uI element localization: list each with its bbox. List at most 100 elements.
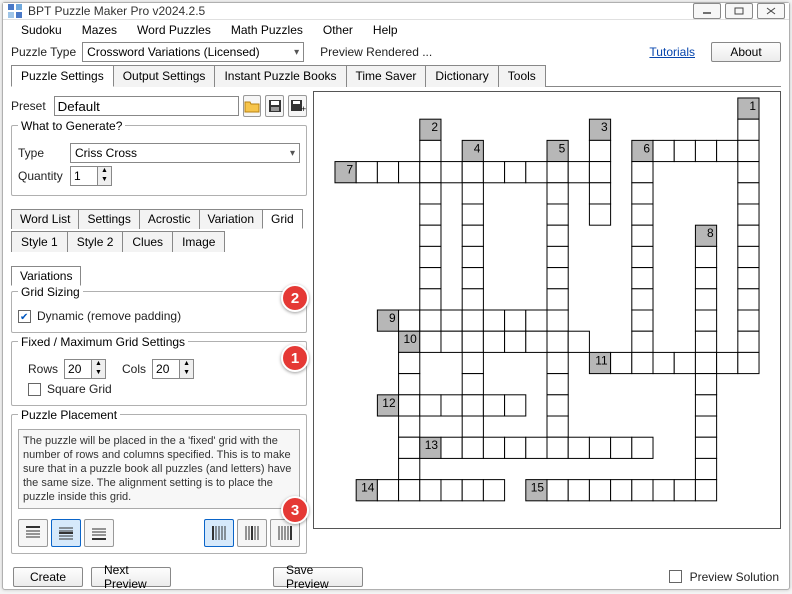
square-grid-checkbox[interactable] xyxy=(28,383,41,396)
menubar: Sudoku Mazes Word Puzzles Math Puzzles O… xyxy=(3,20,789,40)
tutorials-link[interactable]: Tutorials xyxy=(649,45,695,59)
bottom-bar: Create Next Preview Save Preview Preview… xyxy=(3,564,789,589)
spin-down-icon[interactable]: ▼ xyxy=(92,369,105,378)
tab-word-list[interactable]: Word List xyxy=(11,209,79,229)
menu-help[interactable]: Help xyxy=(363,20,408,40)
tab-tools[interactable]: Tools xyxy=(498,65,546,87)
app-window: BPT Puzzle Maker Pro v2024.2.5 Sudoku Ma… xyxy=(2,2,790,590)
tab-instant-puzzle-books[interactable]: Instant Puzzle Books xyxy=(214,65,346,87)
maximize-button[interactable] xyxy=(725,3,753,19)
svg-text:6: 6 xyxy=(643,141,650,155)
rows-spinner[interactable]: ▲▼ xyxy=(64,359,106,379)
gen-qty-input[interactable] xyxy=(71,167,97,185)
svg-text:7: 7 xyxy=(347,163,354,177)
window-title: BPT Puzzle Maker Pro v2024.2.5 xyxy=(28,4,693,18)
svg-text:4: 4 xyxy=(474,141,481,155)
tab-style2[interactable]: Style 2 xyxy=(67,231,124,252)
spin-up-icon[interactable]: ▲ xyxy=(92,360,105,369)
align-left-button[interactable] xyxy=(204,519,234,547)
cols-label: Cols xyxy=(122,362,146,376)
svg-text:13: 13 xyxy=(425,438,439,452)
tab-style1[interactable]: Style 1 xyxy=(11,231,68,252)
puzzle-type-select[interactable]: Crossword Variations (Licensed) ▾ xyxy=(82,42,304,62)
tab-time-saver[interactable]: Time Saver xyxy=(346,65,427,87)
svg-text:5: 5 xyxy=(559,141,566,155)
preset-open-button[interactable] xyxy=(243,95,262,117)
menu-word-puzzles[interactable]: Word Puzzles xyxy=(127,20,221,40)
status-text: Preview Rendered ... xyxy=(320,45,432,59)
preview-solution-checkbox[interactable] xyxy=(669,570,682,583)
rows-input[interactable] xyxy=(65,360,91,378)
svg-text:9: 9 xyxy=(389,311,396,325)
svg-text:12: 12 xyxy=(382,396,396,410)
preset-row: Preset + xyxy=(11,95,307,117)
spin-up-icon[interactable]: ▲ xyxy=(98,167,111,176)
tab-grid[interactable]: Grid xyxy=(262,209,303,229)
menu-math-puzzles[interactable]: Math Puzzles xyxy=(221,20,313,40)
placement-legend: Puzzle Placement xyxy=(18,408,120,422)
chevron-down-icon: ▾ xyxy=(294,47,299,58)
crossword-grid: 123456789101112131415 xyxy=(314,92,780,528)
svg-text:+: + xyxy=(301,104,306,113)
svg-text:14: 14 xyxy=(361,481,375,495)
content-area: Preset + What to Generate? Type Criss Cr… xyxy=(3,87,789,564)
spin-down-icon[interactable]: ▼ xyxy=(98,176,111,185)
align-hcenter-button[interactable] xyxy=(237,519,267,547)
save-preview-button[interactable]: Save Preview xyxy=(273,567,363,587)
svg-text:2: 2 xyxy=(431,120,438,134)
gen-type-label: Type xyxy=(18,146,64,160)
minimize-button[interactable] xyxy=(693,3,721,19)
tab-acrostic[interactable]: Acrostic xyxy=(139,209,200,229)
next-preview-button[interactable]: Next Preview xyxy=(91,567,171,587)
puzzle-type-row: Puzzle Type Crossword Variations (Licens… xyxy=(3,40,789,64)
dynamic-checkbox[interactable] xyxy=(18,310,31,323)
square-grid-label: Square Grid xyxy=(47,382,112,396)
puzzle-type-value: Crossword Variations (Licensed) xyxy=(87,45,260,59)
spin-down-icon[interactable]: ▼ xyxy=(180,369,193,378)
svg-text:10: 10 xyxy=(404,332,418,346)
svg-text:3: 3 xyxy=(601,120,608,134)
left-panel: Preset + What to Generate? Type Criss Cr… xyxy=(11,91,307,560)
fixed-grid-group: Fixed / Maximum Grid Settings Rows ▲▼ Co… xyxy=(11,341,307,406)
app-icon xyxy=(7,3,23,19)
placement-info: The puzzle will be placed in the a 'fixe… xyxy=(18,429,300,509)
gen-type-select[interactable]: Criss Cross ▾ xyxy=(70,143,300,163)
close-button[interactable] xyxy=(757,3,785,19)
align-top-button[interactable] xyxy=(18,519,48,547)
fixed-legend: Fixed / Maximum Grid Settings xyxy=(18,335,188,349)
create-button[interactable]: Create xyxy=(13,567,83,587)
preset-input[interactable] xyxy=(54,96,239,116)
menu-mazes[interactable]: Mazes xyxy=(72,20,127,40)
menu-sudoku[interactable]: Sudoku xyxy=(11,20,72,40)
tab-dictionary[interactable]: Dictionary xyxy=(425,65,498,87)
cols-input[interactable] xyxy=(153,360,179,378)
svg-text:8: 8 xyxy=(707,226,714,240)
align-bottom-button[interactable] xyxy=(84,519,114,547)
about-button[interactable]: About xyxy=(711,42,781,62)
cols-spinner[interactable]: ▲▼ xyxy=(152,359,194,379)
tab-image[interactable]: Image xyxy=(172,231,225,252)
callout-badge-3: 3 xyxy=(281,496,309,524)
chevron-down-icon: ▾ xyxy=(290,148,295,159)
callout-badge-1: 1 xyxy=(281,344,309,372)
preview-solution-label: Preview Solution xyxy=(690,570,779,584)
tab-puzzle-settings[interactable]: Puzzle Settings xyxy=(11,65,114,87)
tab-clues[interactable]: Clues xyxy=(122,231,173,252)
tab-variation[interactable]: Variation xyxy=(199,209,263,229)
align-vcenter-button[interactable] xyxy=(51,519,81,547)
preset-save-as-button[interactable]: + xyxy=(288,95,307,117)
tab-output-settings[interactable]: Output Settings xyxy=(113,65,216,87)
svg-text:11: 11 xyxy=(595,353,608,367)
gen-qty-spinner[interactable]: ▲▼ xyxy=(70,166,112,186)
spin-up-icon[interactable]: ▲ xyxy=(180,360,193,369)
subtabs-level3: Variations xyxy=(11,265,307,285)
preset-save-button[interactable] xyxy=(265,95,284,117)
tab-settings[interactable]: Settings xyxy=(78,209,139,229)
menu-other[interactable]: Other xyxy=(313,20,363,40)
subtabs-level1: Word List Settings Acrostic Variation Gr… xyxy=(11,208,307,228)
rows-label: Rows xyxy=(28,362,58,376)
main-tabs: Puzzle Settings Output Settings Instant … xyxy=(11,64,781,87)
puzzle-preview: 123456789101112131415 xyxy=(313,91,781,529)
gen-legend: What to Generate? xyxy=(18,119,125,133)
tab-variations[interactable]: Variations xyxy=(11,266,81,286)
